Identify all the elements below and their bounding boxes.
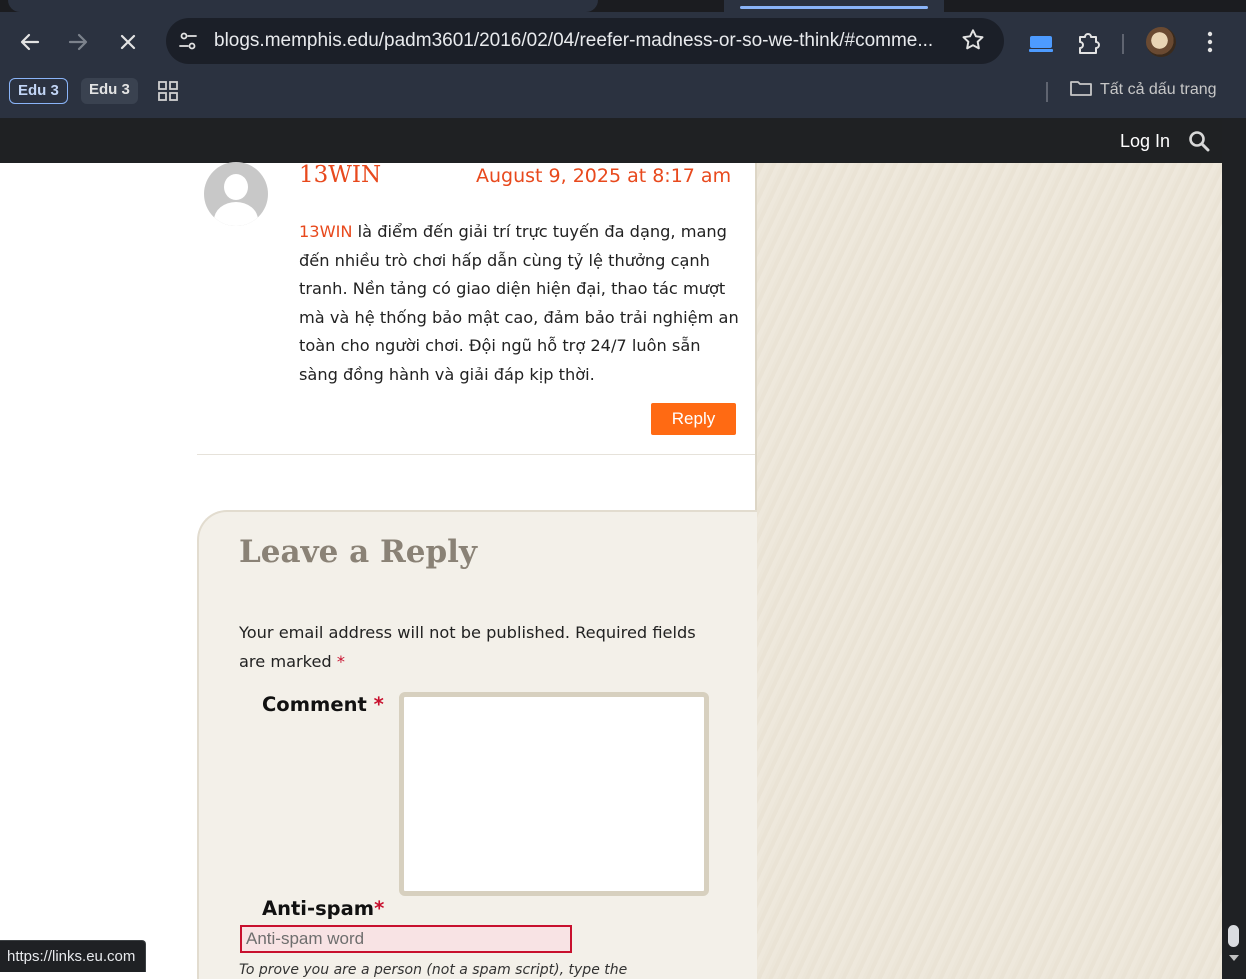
link-status-bubble: https://links.eu.com (0, 940, 147, 972)
extensions-puzzle-icon[interactable] (1074, 26, 1104, 58)
tab-loading-bar (740, 6, 928, 9)
reply-form-note: Your email address will not be published… (239, 618, 719, 676)
toolbar-divider (1122, 34, 1124, 54)
inactive-tab[interactable] (724, 0, 944, 12)
folder-icon (1070, 81, 1092, 96)
antispam-input[interactable] (240, 925, 572, 953)
browser-toolbar: blogs.memphis.edu/padm3601/2016/02/04/re… (0, 12, 1246, 72)
comment-keyword-link[interactable]: 13WIN (299, 222, 353, 241)
apps-grid-icon[interactable] (158, 81, 178, 101)
antispam-required-mark: * (374, 897, 385, 920)
bookmark-star-icon[interactable] (960, 27, 986, 59)
comment-date[interactable]: August 9, 2025 at 8:17 am (476, 165, 731, 187)
cast-media-icon[interactable] (1026, 26, 1056, 58)
bookmark-edu3-second[interactable]: Edu 3 (81, 78, 138, 104)
comment-text: 13WIN là điểm đến giải trí trực tuyến đa… (299, 218, 739, 389)
antispam-hint: To prove you are a person (not a spam sc… (239, 962, 628, 978)
all-bookmarks-label: Tất cả dấu trang (1100, 81, 1217, 98)
comment-label-text: Comment (262, 693, 367, 716)
reply-form-title: Leave a Reply (239, 534, 477, 570)
active-tab[interactable] (8, 0, 598, 12)
bookmarks-divider (1046, 82, 1048, 102)
login-link[interactable]: Log In (1120, 131, 1170, 152)
bookmark-edu3-first[interactable]: Edu 3 (9, 78, 68, 104)
reply-button[interactable]: Reply (651, 403, 736, 435)
comment-textarea[interactable] (399, 692, 709, 896)
antispam-label-text: Anti-spam (262, 897, 375, 920)
scrollbar-thumb[interactable] (1228, 925, 1239, 947)
page-scrollbar[interactable] (1222, 119, 1246, 979)
sidebar-background (757, 163, 1222, 979)
comment-required-mark: * (373, 693, 384, 716)
search-icon[interactable] (1188, 130, 1210, 152)
antispam-field-label: Anti-spam* (262, 897, 384, 920)
profile-avatar[interactable] (1146, 27, 1176, 57)
all-bookmarks-button[interactable]: Tất cả dấu trang (1070, 80, 1217, 99)
reply-form: Leave a Reply Your email address will no… (197, 510, 757, 979)
page-viewport: Log In 13WIN August 9, 2025 at 8:17 am 1… (0, 119, 1222, 979)
comment-author-name[interactable]: 13WIN (299, 162, 381, 188)
comment-body-text: là điểm đến giải trí trực tuyến đa dạng,… (299, 222, 739, 384)
site-settings-icon[interactable] (176, 29, 200, 53)
address-bar[interactable]: blogs.memphis.edu/padm3601/2016/02/04/re… (166, 18, 1004, 64)
browser-menu-icon[interactable] (1196, 26, 1224, 58)
required-mark: * (336, 652, 345, 671)
tab-strip (0, 0, 1246, 12)
scroll-down-arrow-icon[interactable] (1229, 955, 1239, 961)
address-url[interactable]: blogs.memphis.edu/padm3601/2016/02/04/re… (214, 30, 933, 52)
reply-note-text: Your email address will not be published… (239, 623, 696, 671)
bookmarks-bar: Edu 3 Edu 3 Tất cả dấu trang (0, 72, 1246, 118)
back-arrow-icon[interactable] (14, 26, 46, 58)
stop-loading-icon[interactable] (112, 26, 144, 58)
comment-author-avatar (204, 162, 268, 226)
forward-arrow-icon[interactable] (62, 26, 94, 58)
site-admin-bar: Log In (0, 119, 1222, 163)
comment-separator (197, 454, 755, 455)
comment-field-label: Comment * (262, 693, 384, 716)
